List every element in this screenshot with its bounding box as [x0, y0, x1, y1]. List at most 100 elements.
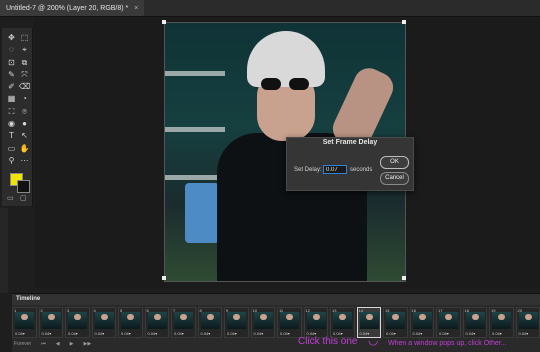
- frame-thumbnail: [519, 312, 538, 329]
- timeline-frame[interactable]: 60.04▾: [145, 307, 170, 338]
- document-tab[interactable]: Untitled-7 @ 200% (Layer 20, RGB/8) * ×: [0, 0, 144, 16]
- frame-delay[interactable]: 0.04▾: [519, 331, 529, 336]
- background-color-swatch[interactable]: [17, 180, 30, 193]
- timeline-frame[interactable]: 110.04▾: [277, 307, 302, 338]
- frame-thumbnail: [280, 312, 299, 329]
- tool-icon[interactable]: ▭: [5, 143, 18, 155]
- tool-icon[interactable]: ✎: [5, 69, 18, 81]
- frame-thumbnail: [121, 312, 140, 329]
- frame-thumbnail: [439, 312, 458, 329]
- tool-icon[interactable]: ⤧: [18, 69, 31, 81]
- transform-handle[interactable]: [402, 276, 406, 280]
- cancel-button[interactable]: Cancel: [380, 172, 409, 185]
- timeline-frame[interactable]: 160.04▾: [410, 307, 435, 338]
- timeline-frame[interactable]: 200.04▾: [516, 307, 540, 338]
- frame-delay[interactable]: 0.04▾: [254, 331, 264, 336]
- timeline-frame[interactable]: 10.04▾: [12, 307, 37, 338]
- timeline-frame[interactable]: 70.04▾: [171, 307, 196, 338]
- frame-thumbnail: [466, 312, 485, 329]
- tool-icon[interactable]: ⊡: [5, 57, 18, 69]
- tool-icon[interactable]: ⛶: [5, 106, 18, 118]
- tool-grid: ✥⬚◌⌖⊡⧉✎⤧✐⌫▦◔⛶⌾◉●T↖▭✋⚲⋯: [5, 32, 31, 167]
- delay-input[interactable]: [323, 165, 347, 174]
- timeline-frame[interactable]: 50.04▾: [118, 307, 143, 338]
- timeline-frame[interactable]: 190.04▾: [489, 307, 514, 338]
- timeline-frame[interactable]: 20.04▾: [39, 307, 64, 338]
- timeline-frame[interactable]: 40.04▾: [92, 307, 117, 338]
- frame-delay[interactable]: 0.04▾: [95, 331, 105, 336]
- timeline-frame[interactable]: 130.04▾: [330, 307, 355, 338]
- next-frame-button[interactable]: ▶▶: [83, 341, 91, 350]
- tool-icon[interactable]: T: [5, 130, 18, 142]
- frame-delay[interactable]: 0.04▾: [492, 331, 502, 336]
- timeline-frame[interactable]: 120.04▾: [304, 307, 329, 338]
- screen-mode-icon[interactable]: ▢: [20, 194, 27, 202]
- tool-icon[interactable]: ✥: [5, 32, 18, 44]
- collapsed-panel-strip[interactable]: [0, 208, 8, 293]
- tool-icon[interactable]: ◌: [5, 44, 18, 56]
- dialog-title: Set Frame Delay: [287, 139, 413, 146]
- rack-bar: [165, 127, 225, 132]
- timeline-frame[interactable]: 30.04▾: [65, 307, 90, 338]
- set-delay-label: Set Delay:: [294, 167, 322, 173]
- timeline-frame[interactable]: 180.04▾: [463, 307, 488, 338]
- loop-options[interactable]: Forever: [14, 341, 31, 350]
- frame-delay[interactable]: 0.04▾: [201, 331, 211, 336]
- frame-list: 10.04▾20.04▾30.04▾40.04▾50.04▾60.04▾70.0…: [12, 307, 540, 338]
- frame-delay[interactable]: 0.04▾: [148, 331, 158, 336]
- frame-delay[interactable]: 0.04▾: [386, 331, 396, 336]
- previous-frame-button[interactable]: ◀: [56, 341, 60, 350]
- frame-delay[interactable]: 0.04▾: [439, 331, 449, 336]
- frame-thumbnail: [148, 312, 167, 329]
- timeline-header: Timeline: [12, 294, 540, 305]
- frame-delay[interactable]: 0.04▾: [15, 331, 25, 336]
- timeline-frame[interactable]: 170.04▾: [436, 307, 461, 338]
- tool-icon[interactable]: ▦: [5, 93, 18, 105]
- timeline-frame[interactable]: 150.04▾: [383, 307, 408, 338]
- frame-thumbnail: [492, 312, 511, 329]
- annotation-click-this: Click this one: [298, 336, 357, 347]
- annotation-instruction: When a window pops up, click Other...: [388, 340, 507, 347]
- frame-delay[interactable]: 0.04▾: [466, 331, 476, 336]
- timeline-frame[interactable]: 90.04▾: [224, 307, 249, 338]
- tool-icon[interactable]: ⌫: [18, 81, 31, 93]
- timeline-frame[interactable]: 80.04▾: [198, 307, 223, 338]
- frame-delay[interactable]: 0.04▾: [42, 331, 52, 336]
- frame-delay[interactable]: 0.04▾: [227, 331, 237, 336]
- frame-thumbnail: [254, 312, 273, 329]
- tool-icon[interactable]: ⧉: [18, 57, 31, 69]
- frame-thumbnail: [201, 312, 220, 329]
- tool-icon[interactable]: ↖: [18, 130, 31, 142]
- tool-icon[interactable]: ✐: [5, 81, 18, 93]
- frame-thumbnail: [95, 312, 114, 329]
- frame-thumbnail: [227, 312, 246, 329]
- close-icon[interactable]: ×: [134, 5, 138, 12]
- frame-thumbnail: [307, 312, 326, 329]
- tool-icon[interactable]: ⋯: [18, 155, 31, 167]
- frame-thumbnail: [174, 312, 193, 329]
- play-button[interactable]: ▶: [70, 341, 74, 350]
- timeline-frame[interactable]: 100.04▾: [251, 307, 276, 338]
- frame-thumbnail: [360, 312, 379, 329]
- tool-icon[interactable]: ●: [18, 118, 31, 130]
- tool-icon[interactable]: ⬚: [18, 32, 31, 44]
- tool-icon[interactable]: ✋: [18, 143, 31, 155]
- tools-panel: ✥⬚◌⌖⊡⧉✎⤧✐⌫▦◔⛶⌾◉●T↖▭✋⚲⋯ ▭ ▢: [2, 28, 33, 206]
- frame-delay[interactable]: 0.04▾: [174, 331, 184, 336]
- frame-delay[interactable]: 0.04▾: [121, 331, 131, 336]
- tool-icon[interactable]: ⌾: [18, 106, 31, 118]
- ok-button[interactable]: OK: [380, 156, 409, 169]
- tool-icon[interactable]: ◔: [18, 93, 31, 105]
- frame-delay[interactable]: 0.04▾: [413, 331, 423, 336]
- transform-handle[interactable]: [162, 20, 166, 24]
- frame-delay[interactable]: 0.04▾: [280, 331, 290, 336]
- transform-handle[interactable]: [162, 276, 166, 280]
- quick-mask-icon[interactable]: ▭: [7, 194, 14, 202]
- tool-icon[interactable]: ⚲: [5, 155, 18, 167]
- tool-icon[interactable]: ⌖: [18, 44, 31, 56]
- blue-object: [185, 183, 219, 243]
- frame-delay[interactable]: 0.04▾: [68, 331, 78, 336]
- tool-icon[interactable]: ◉: [5, 118, 18, 130]
- transform-handle[interactable]: [402, 20, 406, 24]
- first-frame-button[interactable]: ⏮: [41, 341, 46, 350]
